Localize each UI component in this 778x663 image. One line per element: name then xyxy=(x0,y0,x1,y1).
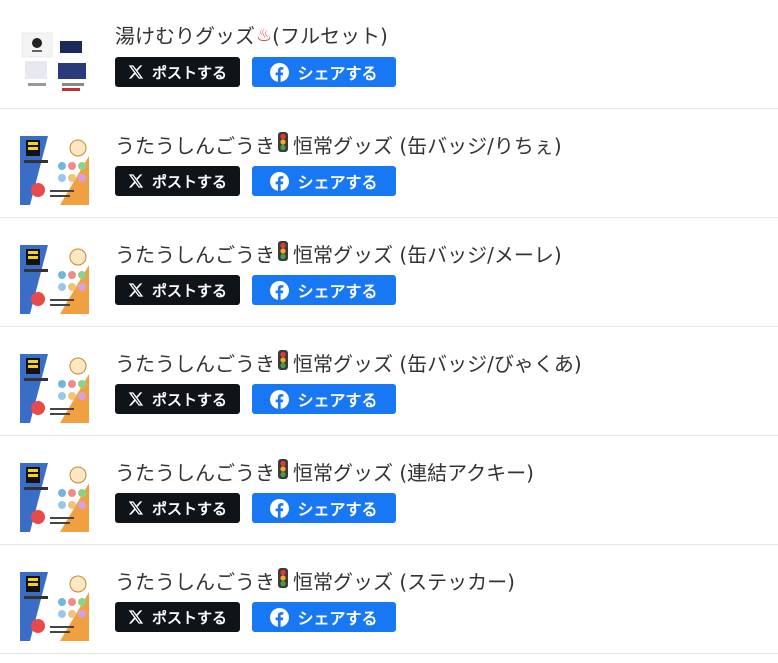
x-logo-icon xyxy=(128,391,144,407)
list-item: うたうしんごうき 恒常グッズ (ステッカー) ポストする シェアする xyxy=(0,545,778,654)
product-thumbnail[interactable] xyxy=(20,572,89,641)
item-title[interactable]: うたうしんごうき 恒常グッズ (連結アクキー) xyxy=(115,458,534,487)
facebook-logo-icon xyxy=(270,280,290,300)
x-logo-icon xyxy=(128,173,144,189)
post-button-label: ポストする xyxy=(151,499,227,518)
item-title-text: 湯けむりグッズ xyxy=(115,24,255,48)
traffic-light-icon xyxy=(277,240,289,269)
share-to-facebook-button[interactable]: シェアする xyxy=(252,602,396,632)
list-item: うたうしんごうき 恒常グッズ (缶バッジ/びゃくあ) ポストする シェアする xyxy=(0,327,778,436)
item-title-suffix: 恒常グッズ (ステッカー) xyxy=(293,569,515,594)
share-buttons: ポストする シェアする xyxy=(115,166,396,196)
facebook-logo-icon xyxy=(270,171,290,191)
product-thumbnail[interactable] xyxy=(20,463,89,532)
post-to-x-button[interactable]: ポストする xyxy=(115,166,240,196)
x-logo-icon xyxy=(128,64,144,80)
item-title[interactable]: 湯けむりグッズ ♨ (フルセット) xyxy=(115,22,388,50)
item-title-text: うたうしんごうき xyxy=(115,569,275,594)
facebook-logo-icon xyxy=(270,62,290,82)
share-button-label: シェアする xyxy=(297,609,378,628)
traffic-light-icon xyxy=(277,349,289,378)
x-logo-icon xyxy=(128,282,144,298)
product-thumbnail[interactable] xyxy=(20,136,89,205)
post-button-label: ポストする xyxy=(151,390,227,409)
traffic-light-icon xyxy=(277,131,289,160)
post-to-x-button[interactable]: ポストする xyxy=(115,493,240,523)
item-title[interactable]: うたうしんごうき 恒常グッズ (缶バッジ/びゃくあ) xyxy=(115,349,582,378)
share-button-label: シェアする xyxy=(297,173,378,192)
share-button-label: シェアする xyxy=(297,64,378,83)
item-title-suffix: (フルセット) xyxy=(272,24,388,48)
traffic-light-icon xyxy=(277,458,289,487)
item-title-suffix: 恒常グッズ (缶バッジ/メーレ) xyxy=(293,242,562,267)
share-button-label: シェアする xyxy=(297,391,378,410)
post-to-x-button[interactable]: ポストする xyxy=(115,384,240,414)
post-to-x-button[interactable]: ポストする xyxy=(115,57,240,87)
item-title-text: うたうしんごうき xyxy=(115,460,275,485)
x-logo-icon xyxy=(128,609,144,625)
post-button-label: ポストする xyxy=(151,172,227,191)
item-title-suffix: 恒常グッズ (缶バッジ/りちぇ) xyxy=(293,133,562,158)
item-title[interactable]: うたうしんごうき 恒常グッズ (缶バッジ/メーレ) xyxy=(115,240,562,269)
x-logo-icon xyxy=(128,500,144,516)
share-buttons: ポストする シェアする xyxy=(115,275,396,305)
item-title[interactable]: うたうしんごうき 恒常グッズ (缶バッジ/りちぇ) xyxy=(115,131,562,160)
list-item: うたうしんごうき 恒常グッズ (連結アクキー) ポストする シェアする xyxy=(0,436,778,545)
post-button-label: ポストする xyxy=(151,281,227,300)
facebook-logo-icon xyxy=(270,389,290,409)
product-thumbnail[interactable] xyxy=(20,245,89,314)
item-title-suffix: 恒常グッズ (連結アクキー) xyxy=(293,460,534,485)
share-to-facebook-button[interactable]: シェアする xyxy=(252,384,396,414)
share-to-facebook-button[interactable]: シェアする xyxy=(252,57,396,87)
share-buttons: ポストする シェアする xyxy=(115,493,396,523)
post-button-label: ポストする xyxy=(151,63,227,82)
share-button-label: シェアする xyxy=(297,282,378,301)
share-buttons: ポストする シェアする xyxy=(115,384,396,414)
post-button-label: ポストする xyxy=(151,608,227,627)
post-to-x-button[interactable]: ポストする xyxy=(115,275,240,305)
goods-share-list: 湯けむりグッズ ♨ (フルセット) ポストする シェアする うたうしんごうき 恒… xyxy=(0,0,778,654)
share-buttons: ポストする シェアする xyxy=(115,57,396,87)
product-thumbnail[interactable] xyxy=(20,27,89,96)
share-to-facebook-button[interactable]: シェアする xyxy=(252,166,396,196)
list-item: うたうしんごうき 恒常グッズ (缶バッジ/りちぇ) ポストする シェアする xyxy=(0,109,778,218)
share-to-facebook-button[interactable]: シェアする xyxy=(252,275,396,305)
list-item: 湯けむりグッズ ♨ (フルセット) ポストする シェアする xyxy=(0,0,778,109)
item-title-suffix: 恒常グッズ (缶バッジ/びゃくあ) xyxy=(293,351,582,376)
hot-springs-icon: ♨ xyxy=(256,25,273,46)
facebook-logo-icon xyxy=(270,498,290,518)
list-item: うたうしんごうき 恒常グッズ (缶バッジ/メーレ) ポストする シェアする xyxy=(0,218,778,327)
share-to-facebook-button[interactable]: シェアする xyxy=(252,493,396,523)
share-button-label: シェアする xyxy=(297,500,378,519)
item-title-text: うたうしんごうき xyxy=(115,351,275,376)
product-thumbnail[interactable] xyxy=(20,354,89,423)
facebook-logo-icon xyxy=(270,607,290,627)
post-to-x-button[interactable]: ポストする xyxy=(115,602,240,632)
item-title-text: うたうしんごうき xyxy=(115,242,275,267)
item-title[interactable]: うたうしんごうき 恒常グッズ (ステッカー) xyxy=(115,567,515,596)
share-buttons: ポストする シェアする xyxy=(115,602,396,632)
item-title-text: うたうしんごうき xyxy=(115,133,275,158)
traffic-light-icon xyxy=(277,567,289,596)
